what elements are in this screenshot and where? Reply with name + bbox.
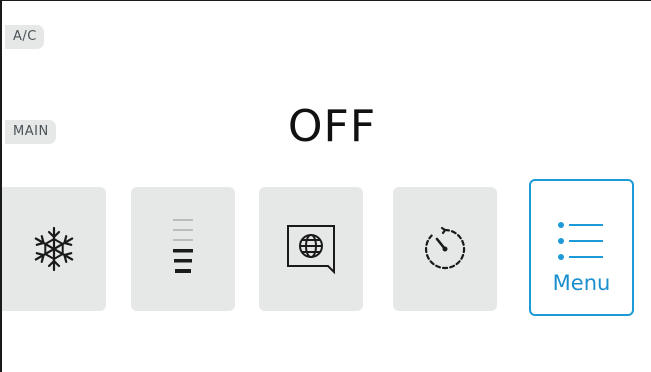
timer-icon (424, 226, 466, 270)
language-button[interactable] (259, 187, 363, 311)
fan-speed-icon (173, 219, 193, 273)
timer-button[interactable] (393, 187, 497, 311)
menu-list-icon (557, 222, 603, 260)
menu-button[interactable]: Menu (529, 179, 634, 316)
fan-speed-button[interactable] (131, 187, 235, 311)
power-status: OFF (287, 101, 377, 152)
snowflake-icon (34, 226, 74, 272)
globe-chat-icon (287, 225, 335, 275)
ac-tag-label: A/C (13, 29, 37, 44)
ac-tag: A/C (5, 25, 44, 49)
cool-mode-button[interactable] (2, 187, 106, 311)
menu-label: Menu (552, 271, 611, 295)
main-tag: MAIN (5, 120, 56, 144)
ac-control-screen: A/C MAIN OFF Menu (0, 0, 651, 372)
main-tag-label: MAIN (13, 124, 49, 139)
